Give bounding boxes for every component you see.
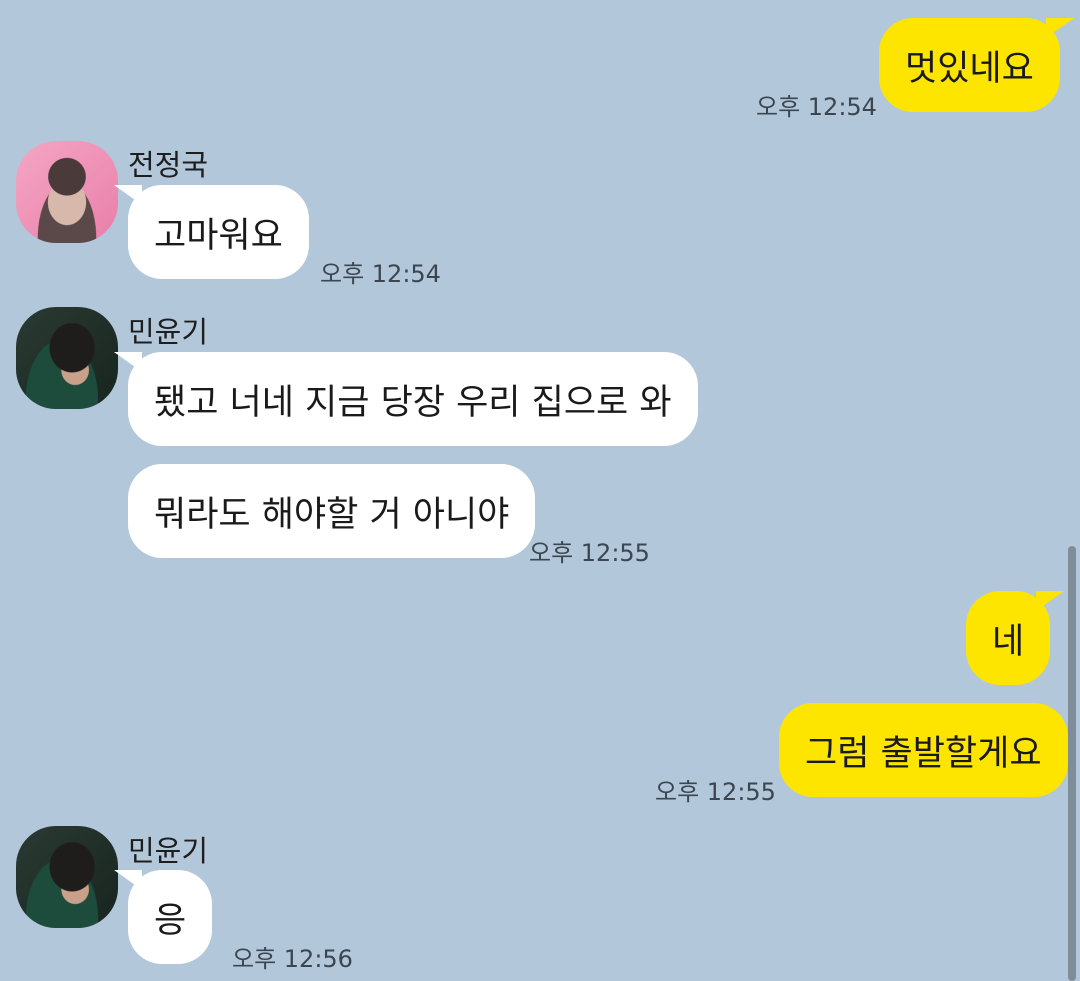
message-time: 오후 12:56 <box>232 945 353 973</box>
message-text: 뭐라도 해야할 거 아니야 <box>154 494 510 535</box>
my-message-bubble[interactable]: 그럼 출발할게요 <box>779 703 1068 797</box>
avatar-jungkook[interactable] <box>16 141 118 243</box>
my-message-bubble[interactable]: 네 <box>966 591 1065 685</box>
message-text: 멋있네요 <box>905 48 1034 89</box>
avatar-yoongi[interactable] <box>16 826 118 928</box>
scrollbar[interactable] <box>1068 546 1076 981</box>
message-time: 오후 12:54 <box>756 93 877 121</box>
message-text: 네 <box>992 621 1025 662</box>
my-message-bubble[interactable]: 멋있네요 <box>879 18 1074 112</box>
message-time: 오후 12:55 <box>529 539 650 567</box>
sender-name: 민윤기 <box>128 834 209 868</box>
message-text: 고마워요 <box>154 215 283 256</box>
avatar-yoongi[interactable] <box>16 307 118 409</box>
message-text: 됐고 너네 지금 당장 우리 집으로 와 <box>154 382 672 423</box>
message-text: 응 <box>154 900 187 941</box>
message-text: 그럼 출발할게요 <box>805 733 1042 774</box>
sender-name: 전정국 <box>128 148 209 182</box>
their-message-bubble[interactable]: 됐고 너네 지금 당장 우리 집으로 와 <box>114 352 698 446</box>
their-message-bubble[interactable]: 뭐라도 해야할 거 아니야 <box>128 464 536 558</box>
message-time: 오후 12:54 <box>320 260 441 288</box>
their-message-bubble[interactable]: 고마워요 <box>114 185 309 279</box>
message-time: 오후 12:55 <box>655 778 776 806</box>
their-message-bubble[interactable]: 응 <box>113 870 213 964</box>
sender-name: 민윤기 <box>128 315 209 349</box>
